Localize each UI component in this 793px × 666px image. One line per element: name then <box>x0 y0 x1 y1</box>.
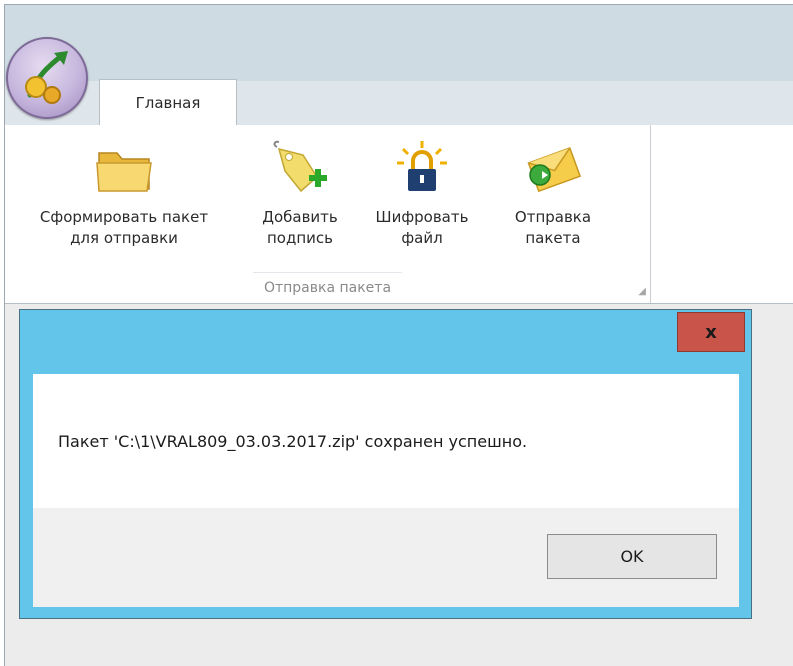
group-separator <box>253 272 402 273</box>
ribbon-group-label: Отправка пакета <box>263 280 392 296</box>
title-bar <box>5 5 793 81</box>
encrypt-file-label-1: Шифровать <box>375 208 469 226</box>
ribbon-panel: Сформировать пакет для отправки Добавить… <box>5 125 793 304</box>
close-button[interactable]: x <box>677 312 745 352</box>
folder-icon <box>96 152 152 192</box>
send-package-button[interactable]: Отправка пакета <box>503 133 603 273</box>
create-package-label-2: для отправки <box>70 229 178 247</box>
message-dialog: x Пакет 'C:\1\VRAL809_03.03.2017.zip' со… <box>19 309 752 619</box>
ok-button[interactable]: OK <box>547 534 717 579</box>
dialog-client-area: Пакет 'C:\1\VRAL809_03.03.2017.zip' сохр… <box>33 374 739 607</box>
group-resize-grip-icon: ◢ <box>638 286 646 297</box>
lock-icon <box>397 141 447 191</box>
add-signature-label-2: подпись <box>266 229 333 247</box>
add-signature-label-1: Добавить <box>262 208 338 226</box>
create-package-label-1: Сформировать пакет <box>39 208 209 226</box>
message-text: Пакет 'C:\1\VRAL809_03.03.2017.zip' сохр… <box>58 432 528 451</box>
send-package-label-1: Отправка <box>514 208 592 226</box>
ribbon-group-send-package: Сформировать пакет для отправки Добавить… <box>5 125 651 303</box>
tab-home[interactable]: Главная <box>99 79 237 125</box>
message-area: Пакет 'C:\1\VRAL809_03.03.2017.zip' сохр… <box>33 374 739 508</box>
ribbon-tab-strip: Главная <box>5 79 793 126</box>
create-package-button[interactable]: Сформировать пакет для отправки <box>19 133 229 273</box>
tag-add-icon <box>273 140 327 193</box>
app-logo-icon <box>25 51 68 104</box>
send-package-label-2: пакета <box>525 229 581 247</box>
add-signature-button[interactable]: Добавить подпись <box>255 133 345 273</box>
envelope-send-icon <box>527 147 582 193</box>
encrypt-file-label-2: файл <box>401 229 443 247</box>
encrypt-file-button[interactable]: Шифровать файл <box>367 133 477 273</box>
application-menu-button[interactable] <box>6 37 88 119</box>
